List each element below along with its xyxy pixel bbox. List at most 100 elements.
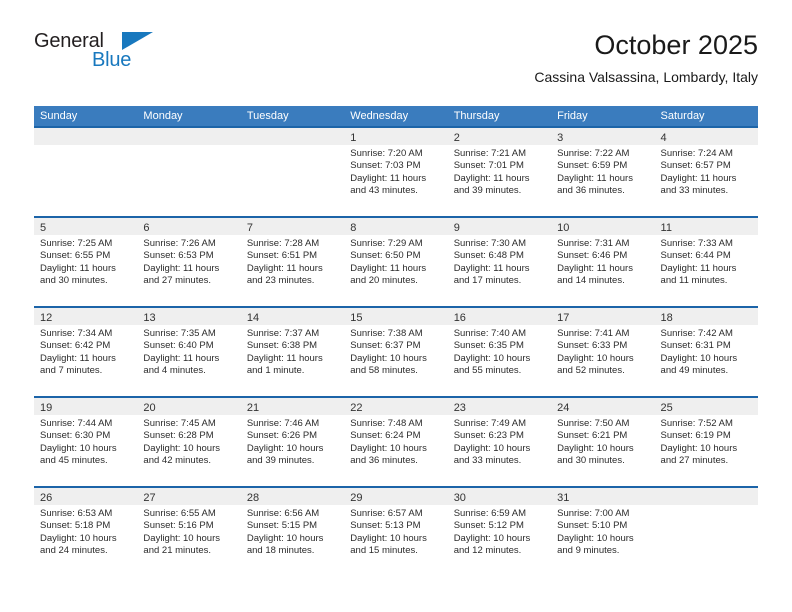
daylight-text: Daylight: 11 hours and 43 minutes.: [350, 172, 427, 197]
logo-triangle-icon: [122, 32, 153, 50]
sunrise-text: Sunrise: 7:40 AM: [453, 328, 527, 339]
daylight-text: Daylight: 11 hours and 14 minutes.: [557, 262, 633, 287]
sunset-text: Sunset: 5:16 PM: [143, 520, 214, 532]
sunrise-text: Sunrise: 7:31 AM: [557, 238, 630, 249]
sunrise-text: Sunrise: 7:48 AM: [350, 418, 423, 429]
day-cell-empty[interactable]: [240, 126, 345, 216]
sunset-text: Sunset: 6:23 PM: [453, 430, 524, 442]
day-number-band: 21: [240, 398, 345, 415]
day-cell[interactable]: 24 Sunrise: 7:50 AM Sunset: 6:21 PM Dayligh…: [551, 396, 655, 486]
day-cell[interactable]: 26 Sunrise: 6:53 AM Sunset: 5:18 PM Dayligh…: [34, 486, 138, 576]
sunset-text: Sunset: 6:21 PM: [557, 430, 628, 442]
day-cell[interactable]: 9 Sunrise: 7:30 AM Sunset: 6:48 PM Daylight…: [447, 216, 552, 306]
sunrise-text: Sunrise: 7:37 AM: [246, 328, 320, 339]
weekday-header-row: Sunday Monday Tuesday Wednesday Thursday…: [34, 106, 758, 126]
day-number-band: 16: [447, 308, 552, 325]
day-cell[interactable]: 15 Sunrise: 7:38 AM Sunset: 6:37 PM Dayligh…: [344, 306, 448, 396]
day-cell[interactable]: 7 Sunrise: 7:28 AM Sunset: 6:51 PM Daylight…: [240, 216, 345, 306]
day-cell[interactable]: 13 Sunrise: 7:35 AM Sunset: 6:40 PM Dayligh…: [137, 306, 241, 396]
day-cell[interactable]: 4 Sunrise: 7:24 AM Sunset: 6:57 PM Daylight…: [654, 126, 758, 216]
day-cell[interactable]: 14 Sunrise: 7:37 AM Sunset: 6:38 PM Dayligh…: [240, 306, 345, 396]
daylight-text: Daylight: 10 hours and 55 minutes.: [453, 352, 531, 377]
day-details: Sunrise: 7:40 AM Sunset: 6:35 PM Daylight:…: [448, 325, 551, 378]
sunset-text: Sunset: 6:28 PM: [143, 430, 214, 442]
day-number-band: 29: [344, 488, 448, 505]
day-cell[interactable]: 8 Sunrise: 7:29 AM Sunset: 6:50 PM Daylight…: [344, 216, 448, 306]
day-number-band: 30: [447, 488, 552, 505]
calendar-week-row: 26 Sunrise: 6:53 AM Sunset: 5:18 PM Dayligh…: [34, 486, 758, 576]
daylight-text: Daylight: 11 hours and 23 minutes.: [246, 262, 323, 287]
sunset-text: Sunset: 6:30 PM: [40, 430, 111, 442]
daylight-text: Daylight: 10 hours and 9 minutes.: [557, 532, 634, 557]
weekday-header-tuesday: Tuesday: [246, 110, 289, 122]
day-number-band: 11: [654, 218, 758, 235]
sunrise-text: Sunrise: 7:21 AM: [453, 148, 527, 159]
sunset-text: Sunset: 5:12 PM: [453, 520, 524, 532]
day-details: Sunrise: 7:00 AM Sunset: 5:10 PM Daylight:…: [551, 505, 654, 558]
sunset-text: Sunset: 6:35 PM: [453, 340, 524, 352]
day-cell[interactable]: 11 Sunrise: 7:33 AM Sunset: 6:44 PM Dayligh…: [654, 216, 758, 306]
day-number-band: 14: [240, 308, 345, 325]
day-details: Sunrise: 7:34 AM Sunset: 6:42 PM Daylight:…: [34, 325, 137, 378]
day-details: Sunrise: 7:26 AM Sunset: 6:53 PM Daylight:…: [137, 235, 240, 288]
day-cell-empty[interactable]: [137, 126, 241, 216]
day-cell[interactable]: 28 Sunrise: 6:56 AM Sunset: 5:15 PM Dayligh…: [240, 486, 345, 576]
day-cell[interactable]: 17 Sunrise: 7:41 AM Sunset: 6:33 PM Dayligh…: [551, 306, 655, 396]
day-number: 2: [453, 132, 460, 144]
day-cell[interactable]: 20 Sunrise: 7:45 AM Sunset: 6:28 PM Dayligh…: [137, 396, 241, 486]
page-title: October 2025: [594, 30, 758, 60]
sunrise-text: Sunrise: 7:20 AM: [350, 148, 423, 159]
day-number-band: 12: [34, 308, 138, 325]
day-number-band: 10: [551, 218, 655, 235]
day-cell[interactable]: 29 Sunrise: 6:57 AM Sunset: 5:13 PM Dayligh…: [344, 486, 448, 576]
daylight-text: Daylight: 11 hours and 4 minutes.: [143, 352, 220, 377]
title-block: October 2025 Cassina Valsassina, Lombard…: [534, 28, 758, 86]
sunset-text: Sunset: 6:33 PM: [557, 340, 628, 352]
day-cell-empty[interactable]: [34, 126, 138, 216]
sunset-text: Sunset: 6:26 PM: [246, 430, 318, 442]
daylight-text: Daylight: 10 hours and 24 minutes.: [40, 532, 117, 557]
day-cell[interactable]: 23 Sunrise: 7:49 AM Sunset: 6:23 PM Dayligh…: [447, 396, 552, 486]
day-details: Sunrise: 7:46 AM Sunset: 6:26 PM Daylight:…: [241, 415, 344, 468]
day-details: Sunrise: 7:30 AM Sunset: 6:48 PM Daylight:…: [448, 235, 551, 288]
day-number-band: 3: [551, 128, 655, 145]
day-cell[interactable]: 10 Sunrise: 7:31 AM Sunset: 6:46 PM Dayligh…: [551, 216, 655, 306]
day-cell[interactable]: 31 Sunrise: 7:00 AM Sunset: 5:10 PM Dayligh…: [551, 486, 655, 576]
day-cell[interactable]: 3 Sunrise: 7:22 AM Sunset: 6:59 PM Daylight…: [551, 126, 655, 216]
day-cell[interactable]: 27 Sunrise: 6:55 AM Sunset: 5:16 PM Dayligh…: [137, 486, 241, 576]
day-cell[interactable]: 2 Sunrise: 7:21 AM Sunset: 7:01 PM Daylight…: [447, 126, 552, 216]
page-subtitle: Cassina Valsassina, Lombardy, Italy: [534, 69, 758, 85]
page-header: General Blue October 2025 Cassina Valsas…: [34, 28, 758, 100]
daylight-text: Daylight: 10 hours and 36 minutes.: [350, 442, 427, 467]
day-cell[interactable]: 1 Sunrise: 7:20 AM Sunset: 7:03 PM Daylight…: [344, 126, 448, 216]
day-number: 31: [557, 492, 570, 504]
day-number-band: [654, 488, 758, 505]
day-cell[interactable]: 16 Sunrise: 7:40 AM Sunset: 6:35 PM Dayligh…: [447, 306, 552, 396]
day-cell[interactable]: 21 Sunrise: 7:46 AM Sunset: 6:26 PM Dayligh…: [240, 396, 345, 486]
sunrise-text: Sunrise: 7:44 AM: [40, 418, 113, 429]
sunset-text: Sunset: 6:50 PM: [350, 250, 421, 262]
day-cell[interactable]: 22 Sunrise: 7:48 AM Sunset: 6:24 PM Dayligh…: [344, 396, 448, 486]
generalblue-logo: General Blue: [34, 30, 254, 82]
day-cell[interactable]: 18 Sunrise: 7:42 AM Sunset: 6:31 PM Dayligh…: [654, 306, 758, 396]
sunset-text: Sunset: 6:19 PM: [660, 430, 731, 442]
day-details: Sunrise: 7:41 AM Sunset: 6:33 PM Daylight:…: [551, 325, 654, 378]
daylight-text: Daylight: 10 hours and 58 minutes.: [350, 352, 427, 377]
day-number-band: 28: [240, 488, 345, 505]
day-cell[interactable]: 12 Sunrise: 7:34 AM Sunset: 6:42 PM Dayligh…: [34, 306, 138, 396]
day-cell[interactable]: 5 Sunrise: 7:25 AM Sunset: 6:55 PM Daylight…: [34, 216, 138, 306]
day-details: Sunrise: 7:48 AM Sunset: 6:24 PM Daylight:…: [344, 415, 447, 468]
sunset-text: Sunset: 5:10 PM: [557, 520, 628, 532]
sunrise-text: Sunrise: 7:26 AM: [143, 238, 216, 249]
day-cell-empty[interactable]: [654, 486, 758, 576]
sunrise-text: Sunrise: 6:57 AM: [350, 508, 423, 519]
day-cell[interactable]: 19 Sunrise: 7:44 AM Sunset: 6:30 PM Dayligh…: [34, 396, 138, 486]
day-cell[interactable]: 30 Sunrise: 6:59 AM Sunset: 5:12 PM Dayligh…: [447, 486, 552, 576]
day-number-band: 25: [654, 398, 758, 415]
calendar-week-row: 12 Sunrise: 7:34 AM Sunset: 6:42 PM Dayligh…: [34, 306, 758, 396]
sunrise-text: Sunrise: 7:38 AM: [350, 328, 423, 339]
calendar-weeks: 1 Sunrise: 7:20 AM Sunset: 7:03 PM Daylight…: [34, 126, 758, 576]
sunset-text: Sunset: 6:31 PM: [660, 340, 731, 352]
day-cell[interactable]: 25 Sunrise: 7:52 AM Sunset: 6:19 PM Dayligh…: [654, 396, 758, 486]
day-cell[interactable]: 6 Sunrise: 7:26 AM Sunset: 6:53 PM Daylight…: [137, 216, 241, 306]
